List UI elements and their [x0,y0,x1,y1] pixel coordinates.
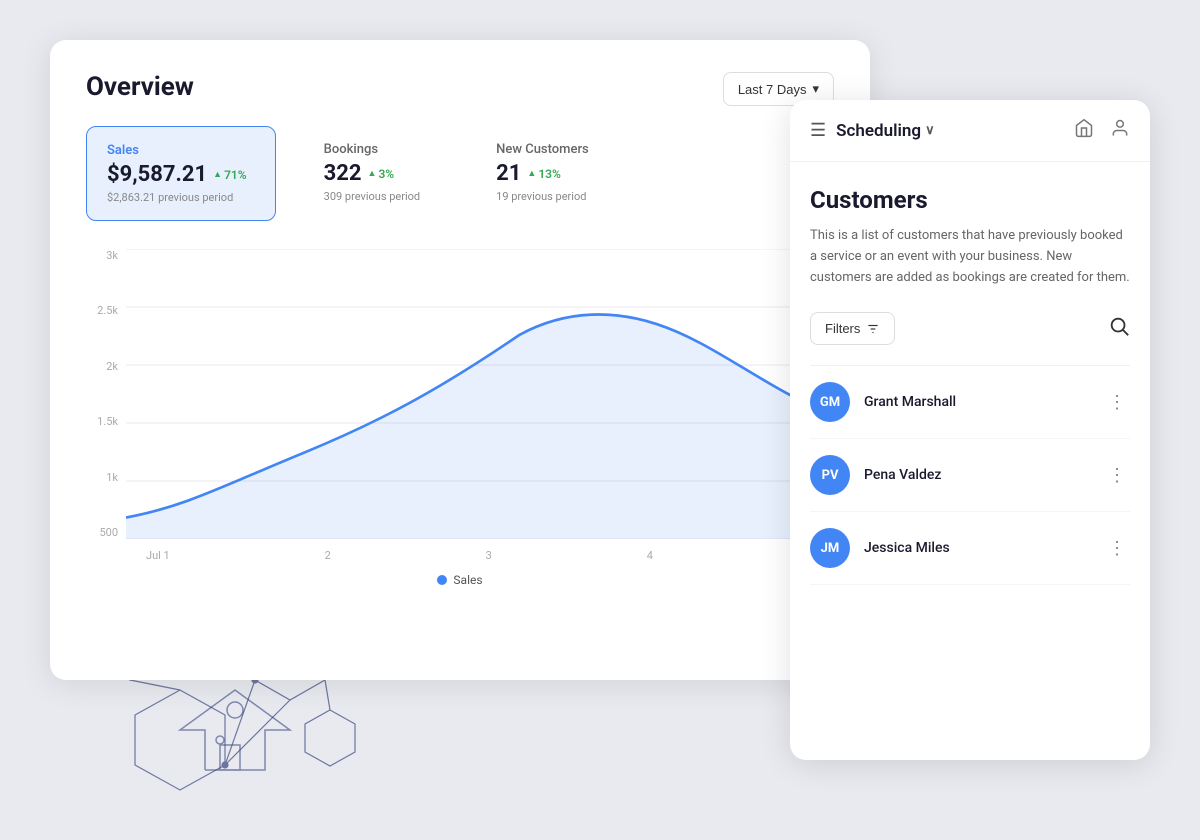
sales-value: $9,587.21 71% [107,162,247,187]
overview-card: Overview Last 7 Days ▾ Sales $9,587.21 7… [50,40,870,680]
metrics-row: Sales $9,587.21 71% $2,863.21 previous p… [86,126,834,221]
header-icons [1074,118,1130,143]
avatar-jm: JM [810,528,850,568]
customer-name-2: Jessica Miles [864,540,1090,556]
legend-dot [437,575,447,585]
overview-title: Overview [86,72,834,102]
search-button[interactable] [1108,315,1130,343]
more-button-1[interactable]: ⋮ [1104,461,1130,490]
chart-y-axis: 3k 2.5k 2k 1.5k 1k 500 [86,249,126,539]
filters-label: Filters [825,321,860,336]
bookings-prev: 309 previous period [324,190,420,203]
x-label-3: 3 [486,549,492,562]
legend-label: Sales [453,573,482,587]
store-icon[interactable] [1074,118,1094,143]
avatar-gm: GM [810,382,850,422]
scheduling-panel: ☰ Scheduling ∨ [790,100,1150,760]
x-label-4: 4 [647,549,653,562]
scheduling-title-container: Scheduling ∨ [836,121,1064,141]
scheduling-title-text: Scheduling [836,121,921,141]
new-customers-label: New Customers [496,142,589,157]
filters-button[interactable]: Filters [810,312,895,345]
x-label-2: 2 [325,549,331,562]
customer-name-0: Grant Marshall [864,394,1090,410]
customer-item-0[interactable]: GM Grant Marshall ⋮ [810,366,1130,439]
new-customers-badge: 13% [527,167,561,181]
chart-x-axis: Jul 1 2 3 4 5 [126,541,834,569]
x-label-jul1: Jul 1 [146,549,170,562]
y-label-3k: 3k [106,249,118,262]
sales-metric[interactable]: Sales $9,587.21 71% $2,863.21 previous p… [86,126,276,221]
customer-item-1[interactable]: PV Pena Valdez ⋮ [810,439,1130,512]
new-customers-metric[interactable]: New Customers 21 13% 19 previous period [476,126,617,221]
y-label-1k: 1k [106,471,118,484]
y-label-2-5k: 2.5k [97,304,118,317]
sales-label: Sales [107,143,247,158]
y-label-2k: 2k [106,360,118,373]
more-button-2[interactable]: ⋮ [1104,534,1130,563]
hamburger-icon[interactable]: ☰ [810,120,826,141]
bookings-badge: 3% [368,167,395,181]
bookings-label: Bookings [324,142,420,157]
customers-title: Customers [810,186,1130,214]
scheduling-header: ☰ Scheduling ∨ [790,100,1150,162]
new-customers-prev: 19 previous period [496,190,589,203]
chart-legend: Sales [86,573,834,587]
chart-svg-wrapper [126,249,834,539]
customer-list: GM Grant Marshall ⋮ PV Pena Valdez ⋮ JM … [810,365,1130,585]
sales-badge: 71% [213,168,247,182]
customer-item-2[interactable]: JM Jessica Miles ⋮ [810,512,1130,585]
y-label-1-5k: 1.5k [97,415,118,428]
filters-row: Filters [810,312,1130,345]
scheduling-body: Customers This is a list of customers th… [790,162,1150,585]
scheduling-chevron-icon: ∨ [925,123,935,138]
dropdown-arrow-icon: ▾ [812,81,819,97]
search-icon [1108,315,1130,337]
new-customers-value: 21 13% [496,161,589,186]
bookings-value: 322 3% [324,161,420,186]
y-label-500: 500 [99,526,118,539]
filter-icon [866,322,880,336]
bookings-metric[interactable]: Bookings 322 3% 309 previous period [304,126,448,221]
customer-name-1: Pena Valdez [864,467,1090,483]
person-icon[interactable] [1110,118,1130,143]
sales-chart: 3k 2.5k 2k 1.5k 1k 500 [86,249,834,569]
sales-prev: $2,863.21 previous period [107,191,247,204]
more-button-0[interactable]: ⋮ [1104,388,1130,417]
customers-description: This is a list of customers that have pr… [810,226,1130,288]
avatar-pv: PV [810,455,850,495]
